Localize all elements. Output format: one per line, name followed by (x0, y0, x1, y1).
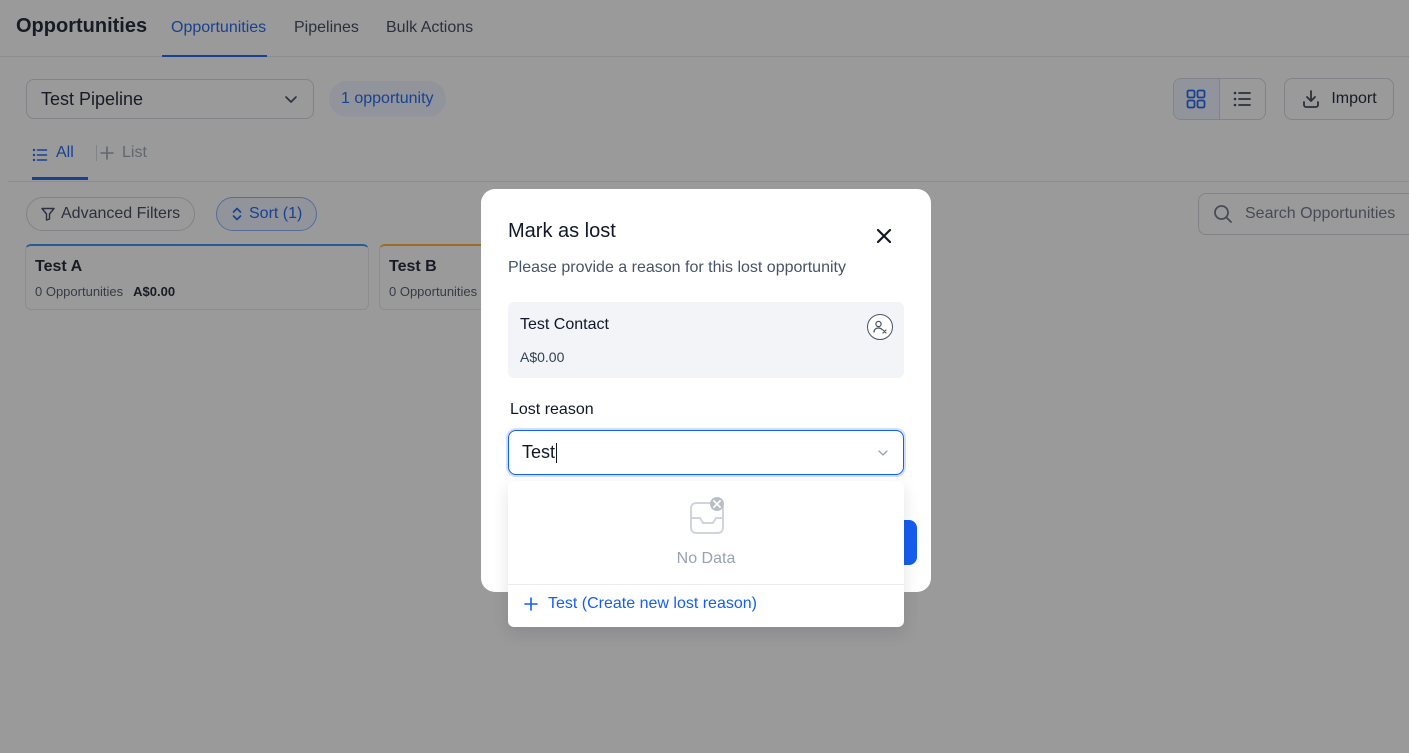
close-button[interactable] (873, 225, 895, 247)
lost-reason-input[interactable]: Test (508, 430, 904, 475)
create-option-label: Test (Create new lost reason) (548, 595, 757, 612)
contact-amount: A$0.00 (520, 349, 565, 365)
lost-reason-dropdown: No Data Test (Create new lost reason) (508, 481, 904, 627)
create-lost-reason-option[interactable]: Test (Create new lost reason) (524, 595, 757, 613)
contact-remove-icon[interactable] (867, 314, 893, 340)
plus-icon (524, 597, 538, 611)
dialog-subtitle: Please provide a reason for this lost op… (508, 259, 846, 276)
lost-reason-label: Lost reason (510, 401, 594, 418)
contact-name: Test Contact (520, 316, 609, 333)
chevron-down-icon (878, 449, 888, 456)
empty-state-text: No Data (676, 550, 736, 567)
empty-inbox-icon (690, 497, 724, 534)
contact-card: Test Contact A$0.00 (508, 302, 904, 378)
text-caret (556, 442, 558, 463)
user-x-icon (873, 320, 887, 334)
lost-reason-value: Test (522, 442, 556, 462)
dialog-title: Mark as lost (508, 220, 616, 242)
dropdown-divider (508, 584, 904, 585)
close-icon (876, 228, 892, 244)
